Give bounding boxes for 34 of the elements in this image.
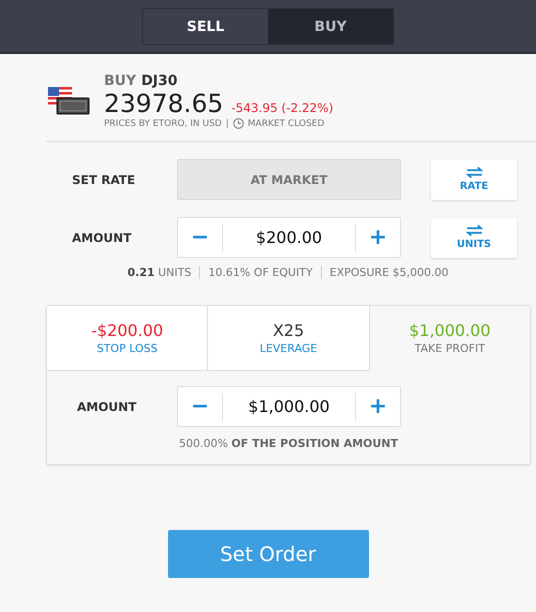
separator: | <box>226 118 229 128</box>
swap-icon <box>466 225 482 236</box>
field-label: AMOUNT <box>77 400 138 414</box>
flag-icon <box>48 87 90 115</box>
trade-tab[interactable]: BUY <box>268 9 393 44</box>
instrument-symbol: DJ30 <box>141 73 178 89</box>
switch-button[interactable]: RATE <box>431 160 517 200</box>
percentage-note: 500.00% OF THE POSITION AMOUNT <box>178 437 400 450</box>
minus-button[interactable]: − <box>178 218 222 257</box>
trade-direction: BUY <box>104 73 136 89</box>
stat-text: EXPOSURE $5,000.00 <box>320 266 457 279</box>
stat-text: 0.21 UNITS <box>126 266 192 279</box>
minus-button[interactable]: − <box>178 387 222 426</box>
market-status: MARKET CLOSED <box>248 118 324 128</box>
swap-icon <box>466 167 482 178</box>
risk-tab[interactable]: $1,000.00 TAKE PROFIT <box>368 306 530 371</box>
clock-icon <box>232 118 244 129</box>
price-change: -543.95 (-2.22%) <box>231 101 334 115</box>
rate-field[interactable]: AT MARKET <box>177 159 401 200</box>
amount-value[interactable]: $200.00 <box>222 224 356 252</box>
amount-stepper[interactable]: − $200.00 + <box>177 217 401 258</box>
risk-tab[interactable]: X25 LEVERAGE <box>207 306 369 371</box>
risk-tab[interactable]: -$200.00 STOP LOSS <box>47 306 208 371</box>
price-value: 23978.65 <box>104 89 224 118</box>
price-source: PRICES BY ETORO, IN USD <box>104 118 222 128</box>
switch-button[interactable]: UNITS <box>431 218 517 258</box>
amount-stepper[interactable]: − $1,000.00 + <box>177 386 401 427</box>
field-label: SET RATE <box>72 172 136 186</box>
plus-button[interactable]: + <box>356 387 400 426</box>
plus-button[interactable]: + <box>356 218 400 257</box>
stat-text: 10.61% OF EQUITY <box>199 266 321 279</box>
set-order-button[interactable]: Set Order <box>168 530 368 578</box>
amount-value[interactable]: $1,000.00 <box>222 392 356 420</box>
field-label: AMOUNT <box>72 230 132 244</box>
